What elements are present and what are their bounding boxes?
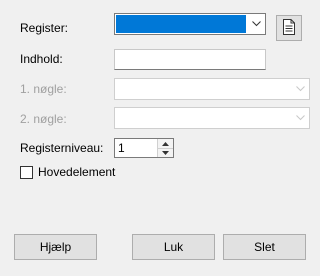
- content-input[interactable]: [114, 49, 266, 70]
- level-value[interactable]: 1: [118, 141, 125, 155]
- arrow-down-icon[interactable]: [158, 148, 173, 157]
- delete-button[interactable]: Slet: [223, 234, 306, 260]
- register-combobox[interactable]: [114, 13, 266, 35]
- content-label: Indhold:: [20, 52, 63, 66]
- key2-value: [116, 109, 290, 127]
- key2-combobox[interactable]: [114, 107, 310, 129]
- main-entry-label[interactable]: Hovedelement: [38, 165, 115, 179]
- level-spinbox[interactable]: 1: [114, 138, 174, 158]
- key1-value: [116, 80, 290, 98]
- key1-combobox[interactable]: [114, 78, 310, 100]
- chevron-down-icon: [290, 108, 309, 128]
- key2-label: 2. nøgle:: [20, 112, 67, 126]
- level-spin-buttons[interactable]: [157, 139, 173, 157]
- register-selected-value[interactable]: [116, 15, 246, 33]
- level-label: Registerniveau:: [20, 141, 104, 155]
- help-button[interactable]: Hjælp: [14, 234, 97, 260]
- close-button[interactable]: Luk: [132, 234, 215, 260]
- chevron-down-icon[interactable]: [246, 14, 265, 34]
- chevron-down-icon: [290, 79, 309, 99]
- document-icon: [282, 18, 296, 38]
- new-index-button[interactable]: [276, 15, 302, 41]
- key1-label: 1. nøgle:: [20, 82, 67, 96]
- register-label: Register:: [20, 21, 69, 35]
- main-entry-checkbox[interactable]: [20, 166, 33, 179]
